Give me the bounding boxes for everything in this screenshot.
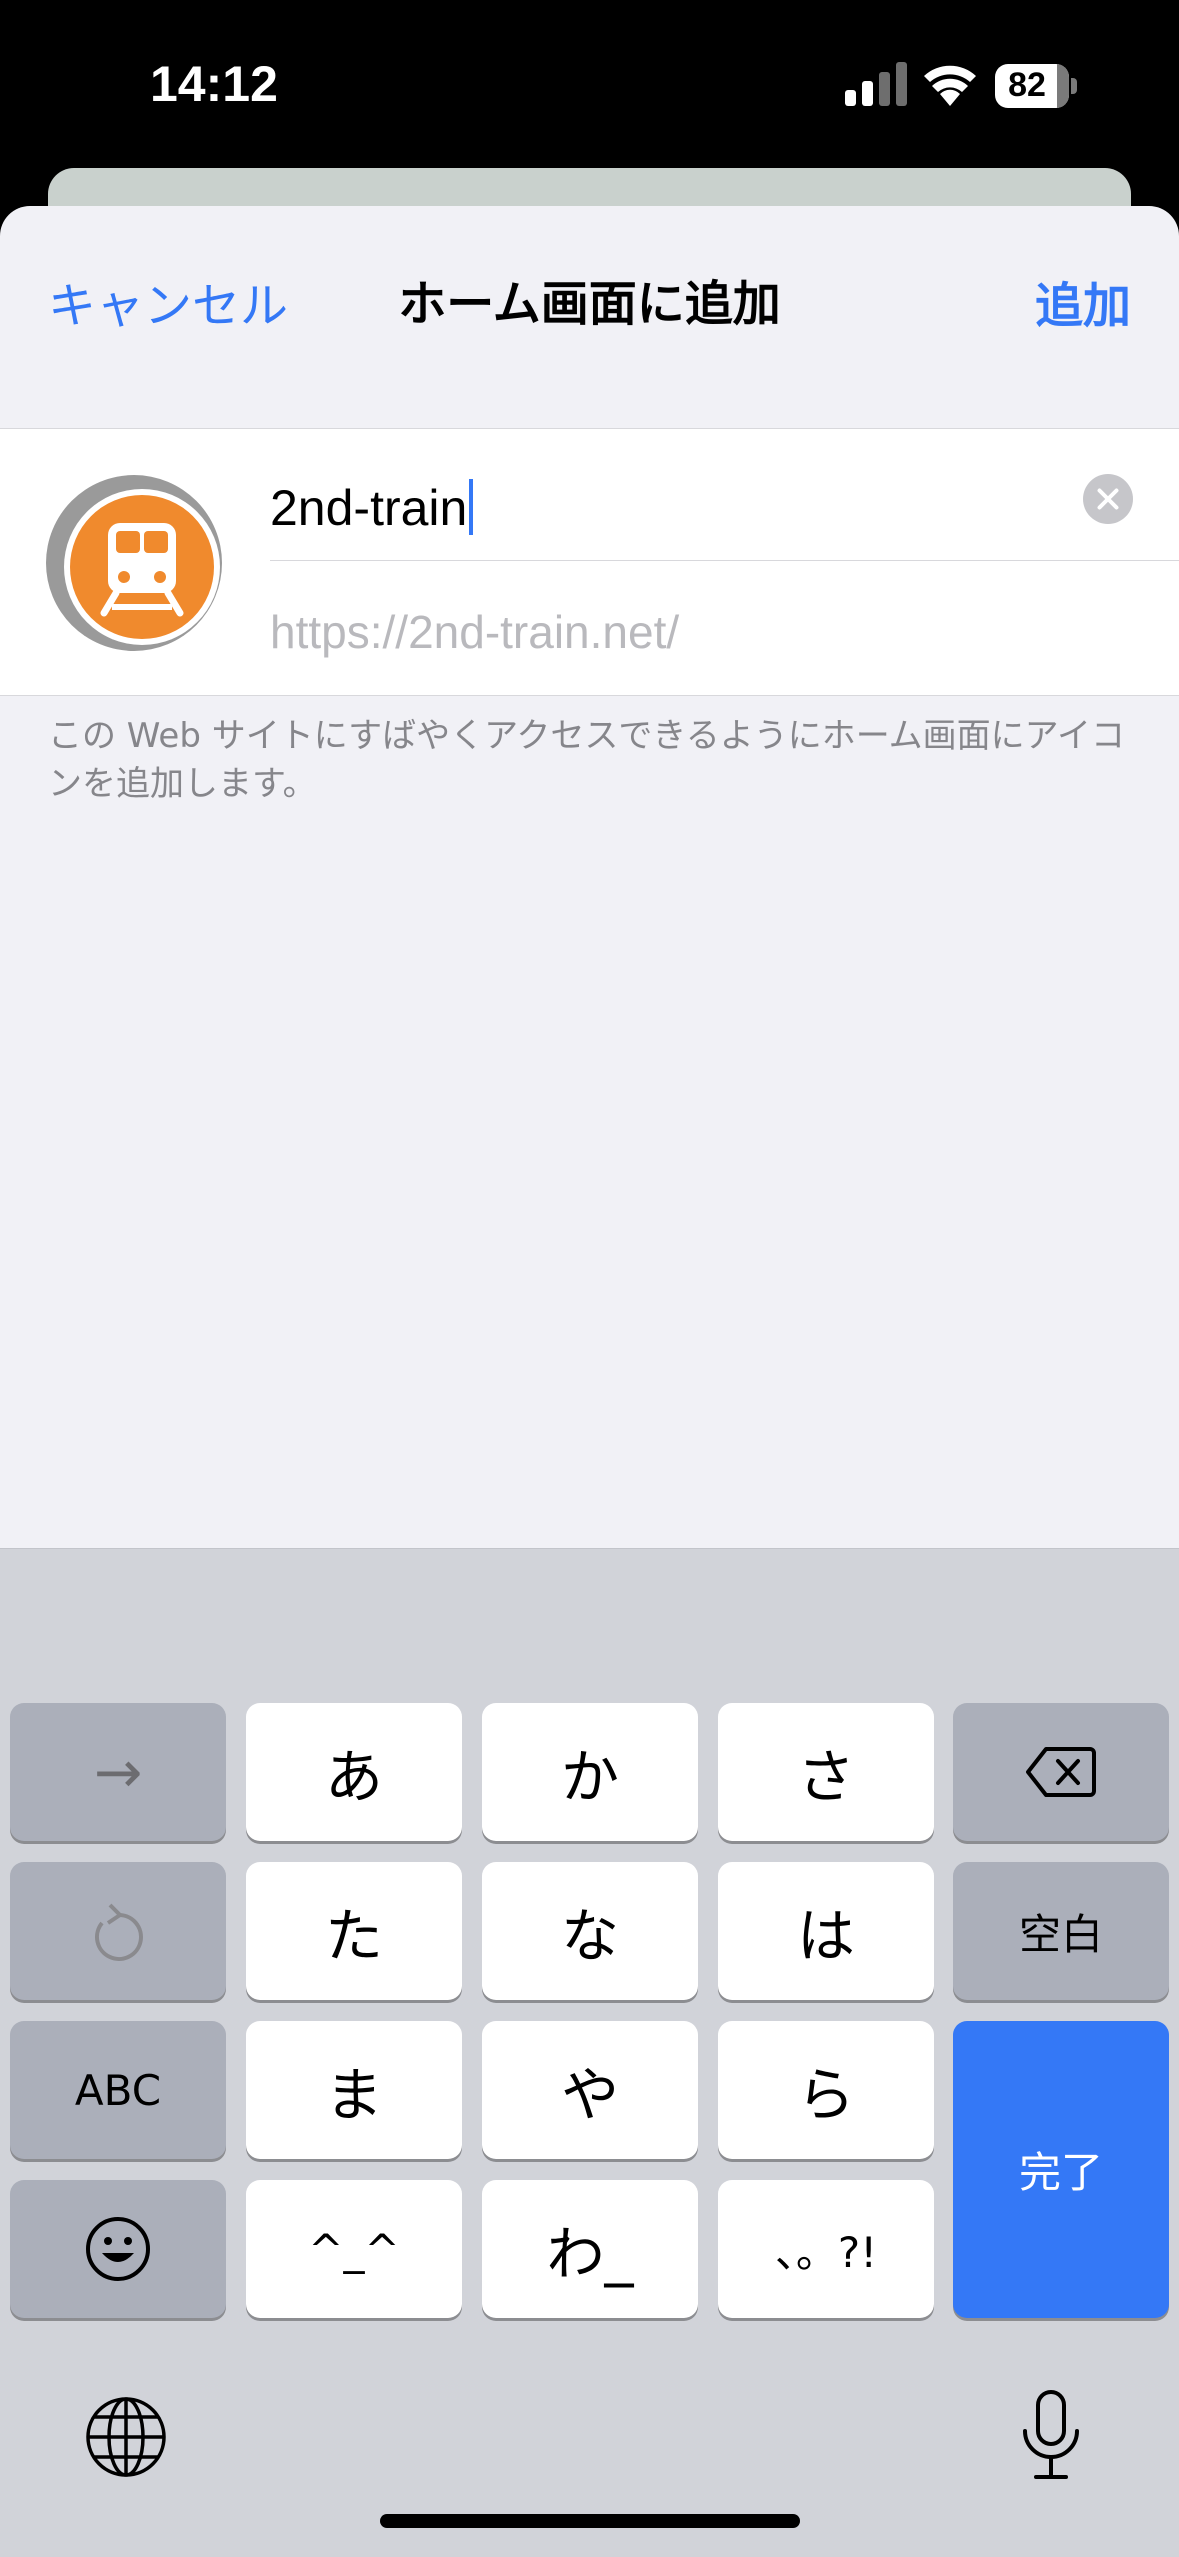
emoji-icon bbox=[86, 2217, 150, 2281]
emoji-key[interactable] bbox=[10, 2180, 226, 2318]
backspace-icon bbox=[1026, 1747, 1096, 1797]
key-ha[interactable]: は bbox=[718, 1862, 934, 2000]
url-label: https://2nd-train.net/ bbox=[270, 606, 680, 658]
signal-icon bbox=[845, 62, 907, 106]
sheet-title: ホーム画面に追加 bbox=[398, 276, 781, 332]
key-punctuation[interactable]: 、。?! bbox=[718, 2180, 934, 2318]
key-ya[interactable]: や bbox=[482, 2021, 698, 2159]
undo-key[interactable] bbox=[10, 1862, 226, 2000]
key-sa[interactable]: さ bbox=[718, 1703, 934, 1841]
abc-key[interactable]: ABC bbox=[10, 2021, 226, 2159]
keyboard: → あ か さ た な は 空白 ABC ま や ら 完了 ^_^ わ_ 、。?… bbox=[0, 1548, 1179, 2557]
backspace-key[interactable] bbox=[953, 1703, 1169, 1841]
home-indicator bbox=[380, 2514, 800, 2528]
footnote: この Web サイトにすばやくアクセスできるようにホーム画面にアイコンを追加しま… bbox=[48, 716, 1125, 804]
microphone-icon[interactable] bbox=[1020, 2389, 1082, 2481]
done-key[interactable]: 完了 bbox=[953, 2021, 1169, 2318]
wifi-icon bbox=[924, 65, 976, 106]
text-caret bbox=[469, 479, 474, 535]
status-bar: 14:12 82 bbox=[0, 0, 1179, 170]
key-wa[interactable]: わ_ bbox=[482, 2180, 698, 2318]
key-ra[interactable]: ら bbox=[718, 2021, 934, 2159]
battery-icon: 82 bbox=[995, 64, 1077, 108]
divider bbox=[270, 560, 1179, 561]
key-kaomoji[interactable]: ^_^ bbox=[246, 2180, 462, 2318]
add-button[interactable]: 追加 bbox=[1035, 266, 1131, 336]
status-time: 14:12 bbox=[150, 56, 278, 112]
space-key-label: 空白 bbox=[1018, 1909, 1103, 1959]
key-next[interactable]: → bbox=[10, 1703, 226, 1841]
key-ta[interactable]: た bbox=[246, 1862, 462, 2000]
add-to-home-sheet: キャンセル ホーム画面に追加 追加 2nd-train https://2nd-… bbox=[0, 206, 1179, 1550]
battery-percent: 82 bbox=[1008, 66, 1046, 104]
clear-icon[interactable] bbox=[1083, 474, 1133, 524]
key-punctuation-label: 、。?! bbox=[774, 2227, 878, 2277]
key-kaomoji-label: ^_^ bbox=[308, 2224, 400, 2274]
name-input[interactable]: 2nd-train bbox=[270, 479, 474, 537]
done-key-label: 完了 bbox=[1018, 2148, 1103, 2197]
key-ka[interactable]: か bbox=[482, 1703, 698, 1841]
space-key[interactable]: 空白 bbox=[953, 1862, 1169, 2000]
key-na[interactable]: な bbox=[482, 1862, 698, 2000]
bookmark-card: 2nd-train https://2nd-train.net/ bbox=[0, 428, 1179, 696]
abc-key-label: ABC bbox=[74, 2065, 162, 2115]
name-input-value: 2nd-train bbox=[270, 480, 468, 536]
undo-icon bbox=[94, 1903, 143, 1961]
key-ma[interactable]: ま bbox=[246, 2021, 462, 2159]
key-a[interactable]: あ bbox=[246, 1703, 462, 1841]
globe-icon[interactable] bbox=[84, 2395, 168, 2479]
train-app-icon bbox=[46, 475, 222, 651]
